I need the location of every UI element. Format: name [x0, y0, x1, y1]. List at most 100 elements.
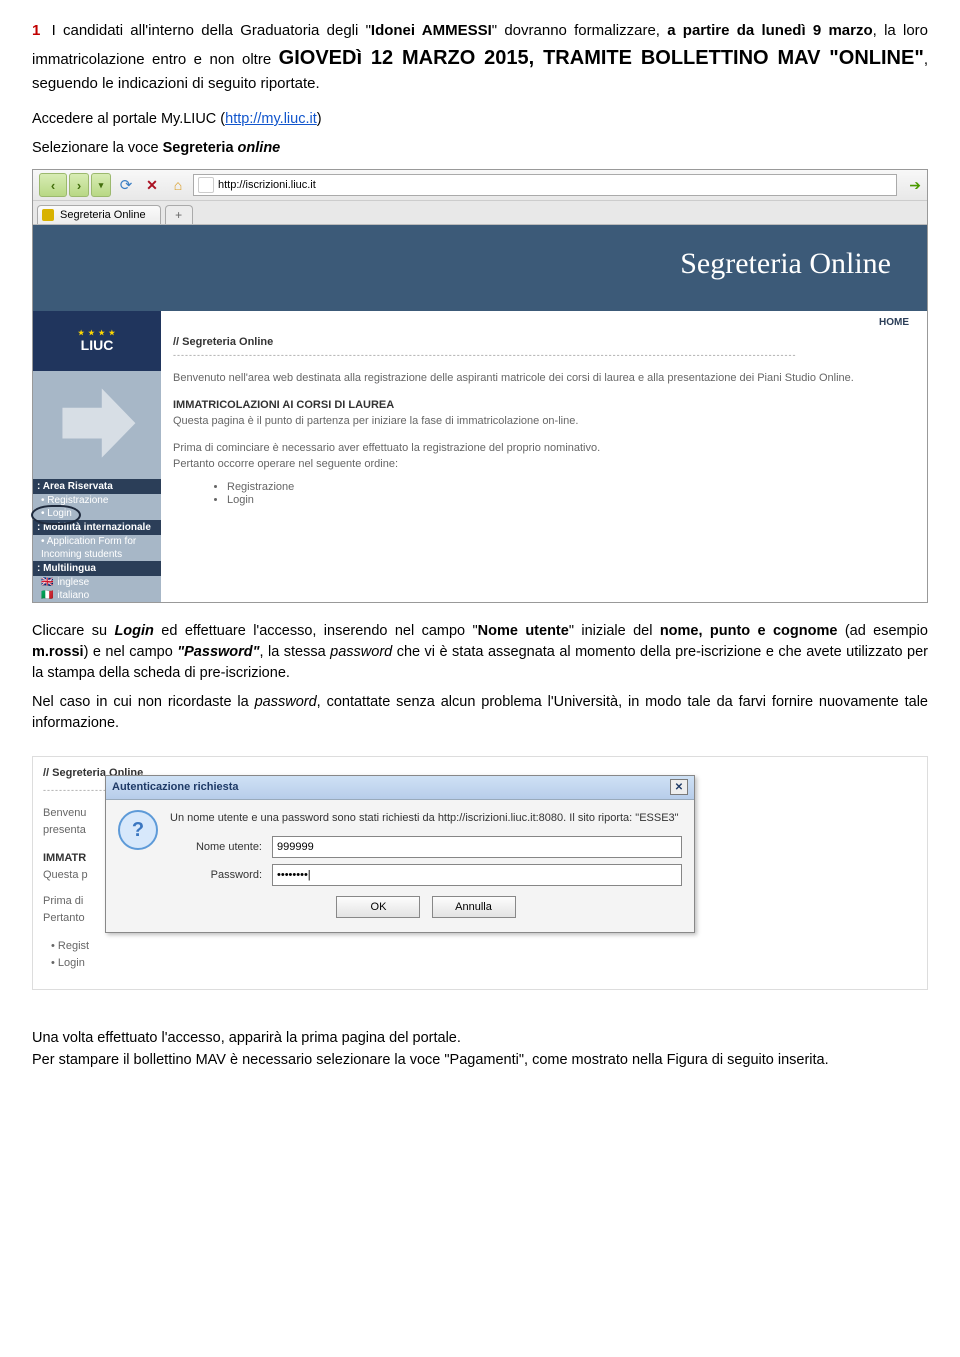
sidebar-inglese-label: inglese — [57, 577, 89, 588]
sidebar-item-registrazione[interactable]: Registrazione — [33, 494, 161, 507]
deadline-bold: GIOVEDì 12 MARZO 2015, — [279, 47, 535, 69]
dialog-titlebar: Autenticazione richiesta ✕ — [106, 776, 694, 800]
browser-toolbar: ‹ › ▾ ⟳ ✕ ⌂ http://iscrizioni.liuc.it ➔ — [33, 170, 927, 201]
sidebar-item-login[interactable]: Login — [33, 507, 161, 520]
sidebar-italiano-label: italiano — [57, 590, 89, 601]
liuc-text: LIUC — [81, 337, 114, 353]
myliuc-link[interactable]: http://my.liuc.it — [225, 111, 317, 127]
username-label: Nome utente: — [170, 839, 272, 856]
home-link[interactable]: HOME — [173, 317, 915, 328]
tab-segreteria[interactable]: Segreteria Online — [37, 205, 161, 224]
login-mid: ed effettuare l'accesso, inserendo nel c… — [154, 623, 478, 639]
step-number: 1 — [32, 22, 40, 39]
dash-divider: ----------------------------------------… — [173, 350, 915, 360]
favicon — [198, 177, 214, 193]
prima-line1: Prima di cominciare è necessario aver ef… — [173, 442, 600, 454]
nome-cognome-bold: nome, punto e cognome — [660, 623, 838, 639]
snippet-list: Regist Login — [51, 938, 917, 971]
sidebar-reg-label: Registrazione — [41, 495, 108, 506]
liuc-logo: ★ ★ ★ ★ LIUC — [33, 311, 161, 371]
cancel-button[interactable]: Annulla — [432, 896, 516, 918]
question-glyph: ? — [132, 815, 144, 845]
breadcrumb: // Segreteria Online — [173, 336, 915, 348]
flag-uk-icon: 🇬🇧 — [41, 577, 53, 588]
pagamenti-bold: Pagamenti — [450, 1052, 519, 1068]
auth-snippet: // Segreteria Online -------------------… — [32, 756, 928, 990]
browser-window: ‹ › ▾ ⟳ ✕ ⌂ http://iscrizioni.liuc.it ➔ … — [32, 169, 928, 603]
go-arrow-icon[interactable]: ➔ — [909, 177, 921, 194]
final-l2-pre: Per stampare il bollettino MAV è necessa… — [32, 1052, 450, 1068]
sidebar-item-application[interactable]: Application Form for — [33, 535, 161, 548]
sidebar-item-inglese[interactable]: 🇬🇧 inglese — [33, 576, 161, 589]
selezionare-pre: Selezionare la voce — [32, 140, 163, 156]
reload-button[interactable]: ⟳ — [115, 174, 137, 196]
from-date-bold: a partire da lunedì 9 marzo — [667, 22, 872, 39]
ok-button[interactable]: OK — [336, 896, 420, 918]
final-l2-post: ", come mostrato nella Figura di seguito… — [519, 1052, 829, 1068]
address-bar[interactable]: http://iscrizioni.liuc.it — [193, 174, 897, 196]
login-mid3: (ad esempio — [837, 623, 928, 639]
selezionare-paragraph: Selezionare la voce Segreteria online — [32, 138, 928, 159]
auth-dialog: Autenticazione richiesta ✕ ? Un nome ute… — [105, 775, 695, 933]
password-input[interactable] — [272, 864, 682, 886]
dialog-main: Un nome utente e una password sono stati… — [170, 810, 682, 919]
logo-stars-icon: ★ ★ ★ ★ — [78, 329, 116, 337]
accedere-post: ) — [317, 111, 322, 127]
stop-button[interactable]: ✕ — [141, 174, 163, 196]
accedere-paragraph: Accedere al portale My.LIUC (http://my.l… — [32, 109, 928, 130]
password-label: Password: — [170, 867, 272, 884]
sidebar-mobility-header: : Mobilità internazionale — [33, 520, 161, 535]
selezionare-online: online — [238, 140, 281, 156]
forward-button[interactable]: › — [69, 173, 89, 197]
caso-password-italic: password — [255, 694, 317, 710]
tramite-bold: TRAMITE BOLLETTINO MAV "ONLINE" — [534, 47, 924, 69]
sidebar-login-label: Login — [41, 508, 72, 519]
dialog-title-text: Autenticazione richiesta — [112, 779, 239, 796]
dialog-row-username: Nome utente: — [170, 836, 682, 858]
sidebar-area-header: : Area Riservata — [33, 479, 161, 494]
nav-buttons: ‹ › ▾ — [39, 173, 111, 197]
caso-paragraph: Nel caso in cui non ricordaste la passwo… — [32, 692, 928, 734]
nome-utente-bold: Nome utente — [478, 623, 569, 639]
snippet-li-reg: Regist — [51, 938, 917, 955]
intro-heading: 1 I candidati all'interno della Graduato… — [32, 20, 928, 95]
immat-heading: IMMATRICOLAZIONI AI CORSI DI LAUREA — [173, 399, 394, 411]
login-word: Login — [114, 623, 153, 639]
dialog-message: Un nome utente e una password sono stati… — [170, 810, 682, 827]
snippet-li-login: Login — [51, 955, 917, 972]
final-paragraph: Una volta effettuato l'accesso, apparirà… — [32, 1028, 928, 1072]
dialog-body: ? Un nome utente e una password sono sta… — [106, 800, 694, 933]
home-button[interactable]: ⌂ — [167, 174, 189, 196]
sidebar: ★ ★ ★ ★ LIUC : Area Riservata Registrazi… — [33, 311, 161, 602]
immat-text: Questa pagina è il punto di partenza per… — [173, 415, 578, 427]
sidebar-item-application-line2: Incoming students — [33, 548, 161, 561]
new-tab-button[interactable]: + — [165, 205, 193, 224]
snippet-background: // Segreteria Online -------------------… — [33, 757, 927, 989]
login-pre: Cliccare su — [32, 623, 114, 639]
page-title: Segreteria Online — [680, 247, 891, 281]
flag-it-icon: 🇮🇹 — [41, 590, 53, 601]
accedere-pre: Accedere al portale My.LIUC ( — [32, 111, 225, 127]
list-item-registrazione: Registrazione — [227, 481, 915, 493]
history-dropdown[interactable]: ▾ — [91, 173, 111, 197]
intro-pre: I candidati all'interno della Graduatori… — [44, 22, 371, 39]
tab-favicon — [42, 209, 54, 221]
login-mid4: ) e nel campo — [84, 644, 178, 660]
tab-label: Segreteria Online — [60, 209, 146, 221]
username-input[interactable] — [272, 836, 682, 858]
dialog-buttons: OK Annulla — [170, 896, 682, 918]
sidebar-app-line1: Application Form for — [41, 536, 136, 547]
page-body: ★ ★ ★ ★ LIUC : Area Riservata Registrazi… — [33, 311, 927, 602]
back-button[interactable]: ‹ — [39, 173, 67, 197]
dialog-close-button[interactable]: ✕ — [670, 779, 688, 795]
password-italic: password — [330, 644, 392, 660]
tab-strip: Segreteria Online + — [33, 201, 927, 225]
login-paragraph: Cliccare su Login ed effettuare l'access… — [32, 621, 928, 684]
sidebar-item-italiano[interactable]: 🇮🇹 italiano — [33, 589, 161, 602]
prima-line2: Pertanto occorre operare nel seguente or… — [173, 458, 398, 470]
steps-list: Registrazione Login — [187, 481, 915, 506]
sidebar-multilingua-header: : Multilingua — [33, 561, 161, 576]
login-mid2: " iniziale del — [569, 623, 660, 639]
immat-block: IMMATRICOLAZIONI AI CORSI DI LAUREA Ques… — [173, 397, 915, 430]
segreteria-page: Segreteria Online ★ ★ ★ ★ LIUC : Area Ri… — [33, 225, 927, 602]
